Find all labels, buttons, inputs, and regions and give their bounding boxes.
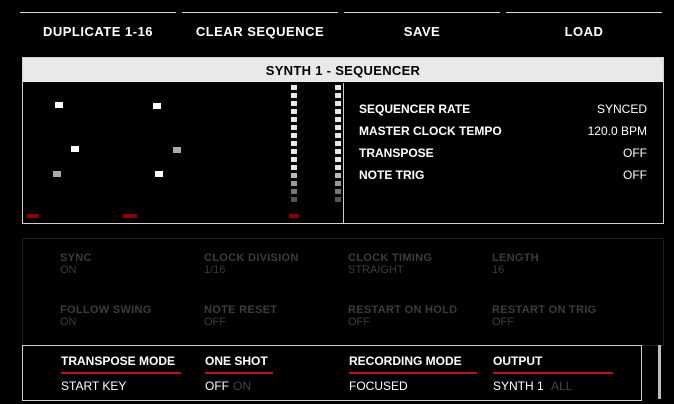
restart-on-trig-label: RESTART ON TRIG	[492, 304, 597, 316]
sync-label: SYNC	[60, 252, 92, 264]
length-label: LENGTH	[492, 252, 540, 264]
playhead-marker	[27, 214, 39, 218]
length-setting[interactable]: LENGTH 16	[492, 252, 539, 276]
playhead-marker	[289, 214, 299, 218]
synth-alt-value[interactable]: ALL	[551, 379, 572, 393]
synth-value[interactable]: SYNTH 1	[493, 379, 544, 393]
param-value: OFF	[623, 168, 647, 182]
note-step[interactable]	[173, 147, 181, 153]
note-step[interactable]	[71, 146, 79, 152]
start-key-on[interactable]: ON	[233, 379, 251, 393]
restart-on-hold-setting[interactable]: RESTART ON HOLD OFF	[348, 304, 457, 328]
recording-mode-underline	[349, 372, 477, 374]
clock-timing-value: STRAIGHT	[348, 264, 404, 276]
transpose-mode-value[interactable]: ONE SHOT	[205, 354, 268, 368]
save-button[interactable]: SAVE	[344, 12, 500, 50]
param-label: TRANSPOSE	[359, 146, 434, 160]
sequencer-grid[interactable]	[23, 83, 343, 223]
toolbar: DUPLICATE 1-16 CLEAR SEQUENCE SAVE LOAD	[20, 12, 662, 50]
transpose-mode-label: TRANSPOSE MODE	[61, 354, 176, 368]
sync-setting[interactable]: SYNC ON	[60, 252, 92, 276]
duplicate-button[interactable]: DUPLICATE 1-16	[20, 12, 176, 50]
sync-value: ON	[60, 264, 77, 276]
follow-swing-setting[interactable]: FOLLOW SWING ON	[60, 304, 152, 328]
note-step[interactable]	[53, 171, 61, 177]
sequencer-panel: SYNTH 1 - SEQUENCER SEQUENCER RATE SYNCE…	[22, 57, 664, 224]
restart-on-trig-setting[interactable]: RESTART ON TRIG OFF	[492, 304, 597, 328]
follow-swing-label: FOLLOW SWING	[60, 304, 152, 316]
clock-division-value: 1/16	[204, 264, 226, 276]
restart-on-trig-value: OFF	[492, 316, 514, 328]
param-label: MASTER CLOCK TEMPO	[359, 124, 502, 138]
param-label: NOTE TRIG	[359, 168, 425, 182]
start-key-label: START KEY	[61, 379, 127, 393]
note-reset-value: OFF	[204, 316, 226, 328]
clock-timing-label: CLOCK TIMING	[348, 252, 433, 264]
sequencer-params: SEQUENCER RATE SYNCED MASTER CLOCK TEMPO…	[359, 102, 647, 190]
transpose-mode-underline	[61, 372, 181, 374]
recording-mode-value[interactable]: OUTPUT	[493, 354, 542, 368]
panel-title: SYNTH 1 - SEQUENCER	[23, 58, 663, 82]
recording-mode-value-underline	[493, 372, 613, 374]
load-button[interactable]: LOAD	[506, 12, 662, 50]
recording-mode-label: RECORDING MODE	[349, 354, 462, 368]
scrollbar[interactable]	[658, 345, 661, 399]
follow-swing-value: ON	[60, 316, 77, 328]
param-value: 120.0 BPM	[587, 124, 647, 138]
transpose-mode-value-underline	[205, 372, 273, 374]
velocity-column-1	[291, 85, 299, 215]
start-key-off[interactable]: OFF	[205, 379, 229, 393]
velocity-column-2	[335, 85, 343, 215]
restart-on-hold-value: OFF	[348, 316, 370, 328]
clock-division-setting[interactable]: CLOCK DIVISION 1/16	[204, 252, 299, 276]
note-step[interactable]	[155, 171, 163, 177]
note-reset-setting[interactable]: NOTE RESET OFF	[204, 304, 277, 328]
playhead-marker	[123, 214, 137, 218]
clock-timing-setting[interactable]: CLOCK TIMING STRAIGHT	[348, 252, 432, 276]
panel-divider	[343, 83, 344, 223]
note-step[interactable]	[153, 103, 161, 109]
inactive-settings-frame	[22, 238, 664, 346]
note-step[interactable]	[55, 102, 63, 108]
restart-on-hold-label: RESTART ON HOLD	[348, 304, 458, 316]
clock-division-label: CLOCK DIVISION	[204, 252, 299, 264]
param-value: SYNCED	[596, 102, 647, 116]
bottom-settings-panel: TRANSPOSE MODE ONE SHOT RECORDING MODE O…	[22, 345, 642, 401]
param-master-clock-tempo[interactable]: MASTER CLOCK TEMPO 120.0 BPM	[359, 124, 647, 146]
param-sequencer-rate[interactable]: SEQUENCER RATE SYNCED	[359, 102, 647, 124]
clear-sequence-button[interactable]: CLEAR SEQUENCE	[182, 12, 338, 50]
param-value: OFF	[623, 146, 647, 160]
param-note-trig[interactable]: NOTE TRIG OFF	[359, 168, 647, 190]
length-value: 16	[492, 264, 505, 276]
param-transpose[interactable]: TRANSPOSE OFF	[359, 146, 647, 168]
focused-value[interactable]: FOCUSED	[349, 379, 408, 393]
note-reset-label: NOTE RESET	[204, 304, 278, 316]
param-label: SEQUENCER RATE	[359, 102, 471, 116]
